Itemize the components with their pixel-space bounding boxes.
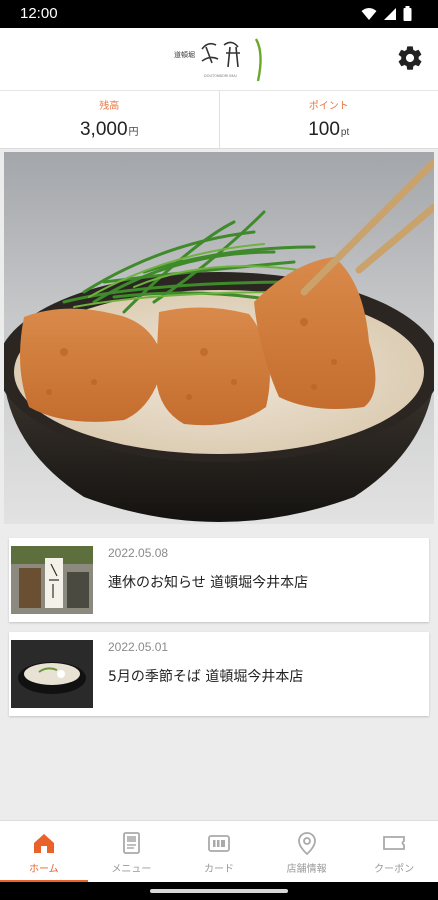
nav-label: メニュー	[111, 864, 152, 875]
points-amount: 100pt	[220, 119, 438, 141]
app-header: 道頓堀 DOUTONBORI IMAI	[0, 28, 438, 91]
svg-text:DOUTONBORI IMAI: DOUTONBORI IMAI	[204, 74, 237, 78]
news-thumbnail-soba	[11, 640, 93, 708]
news-date: 2022.05.01	[108, 640, 169, 654]
nav-tab-menu[interactable]: メニュー	[88, 821, 176, 883]
coupon-icon	[383, 836, 406, 850]
battery-icon	[403, 6, 412, 21]
home-gesture-pill[interactable]	[150, 889, 288, 893]
settings-gear-icon[interactable]	[396, 44, 424, 72]
points-column[interactable]: ポイント 100pt	[218, 91, 438, 148]
points-unit: pt	[340, 127, 350, 138]
location-icon	[297, 832, 316, 856]
news-title: 連休のお知らせ 道頓堀今井本店	[108, 575, 309, 591]
balance-column[interactable]: 残高 3,000円	[0, 91, 219, 148]
nav-label: クーポン	[374, 864, 415, 875]
balance-value: 3,000	[79, 119, 128, 140]
status-time: 12:00	[20, 5, 58, 22]
svg-text:道頓堀: 道頓堀	[174, 50, 195, 59]
bottom-navigation: ホーム メニュー カード 店舗情報 クーポン	[0, 820, 438, 883]
home-icon	[33, 834, 54, 853]
news-date: 2022.05.08	[108, 546, 169, 560]
nav-tab-card[interactable]: カード	[175, 821, 263, 883]
nav-label: カード	[203, 864, 234, 875]
news-item[interactable]: 2022.05.08 連休のお知らせ 道頓堀今井本店	[9, 538, 429, 622]
balance-panel: 残高 3,000円 ポイント 100pt	[0, 91, 438, 149]
news-title: 5月の季節そば 道頓堀今井本店	[108, 669, 304, 685]
nav-label: 店舗情報	[286, 864, 327, 875]
status-icons	[361, 6, 412, 21]
brand-logo: 道頓堀 DOUTONBORI IMAI	[172, 33, 268, 85]
points-label: ポイント	[308, 101, 349, 112]
gesture-navigation-bar	[0, 882, 438, 900]
nav-tab-coupon[interactable]: クーポン	[350, 821, 438, 883]
signal-icon	[384, 7, 396, 20]
balance-amount: 3,000円	[0, 119, 219, 141]
balance-unit: 円	[128, 127, 139, 138]
news-thumbnail-shopfront	[11, 546, 93, 614]
hero-udon-image[interactable]	[4, 152, 434, 524]
card-icon	[208, 835, 230, 852]
news-item[interactable]: 2022.05.01 5月の季節そば 道頓堀今井本店	[9, 632, 429, 716]
status-bar: 12:00	[0, 0, 438, 28]
nav-tab-home[interactable]: ホーム	[0, 821, 88, 883]
balance-label: 残高	[99, 101, 120, 112]
nav-label: ホーム	[28, 864, 59, 875]
points-value: 100	[308, 119, 340, 140]
menu-icon	[123, 832, 141, 854]
nav-tab-store-info[interactable]: 店舗情報	[263, 821, 351, 883]
wifi-icon	[361, 7, 377, 20]
